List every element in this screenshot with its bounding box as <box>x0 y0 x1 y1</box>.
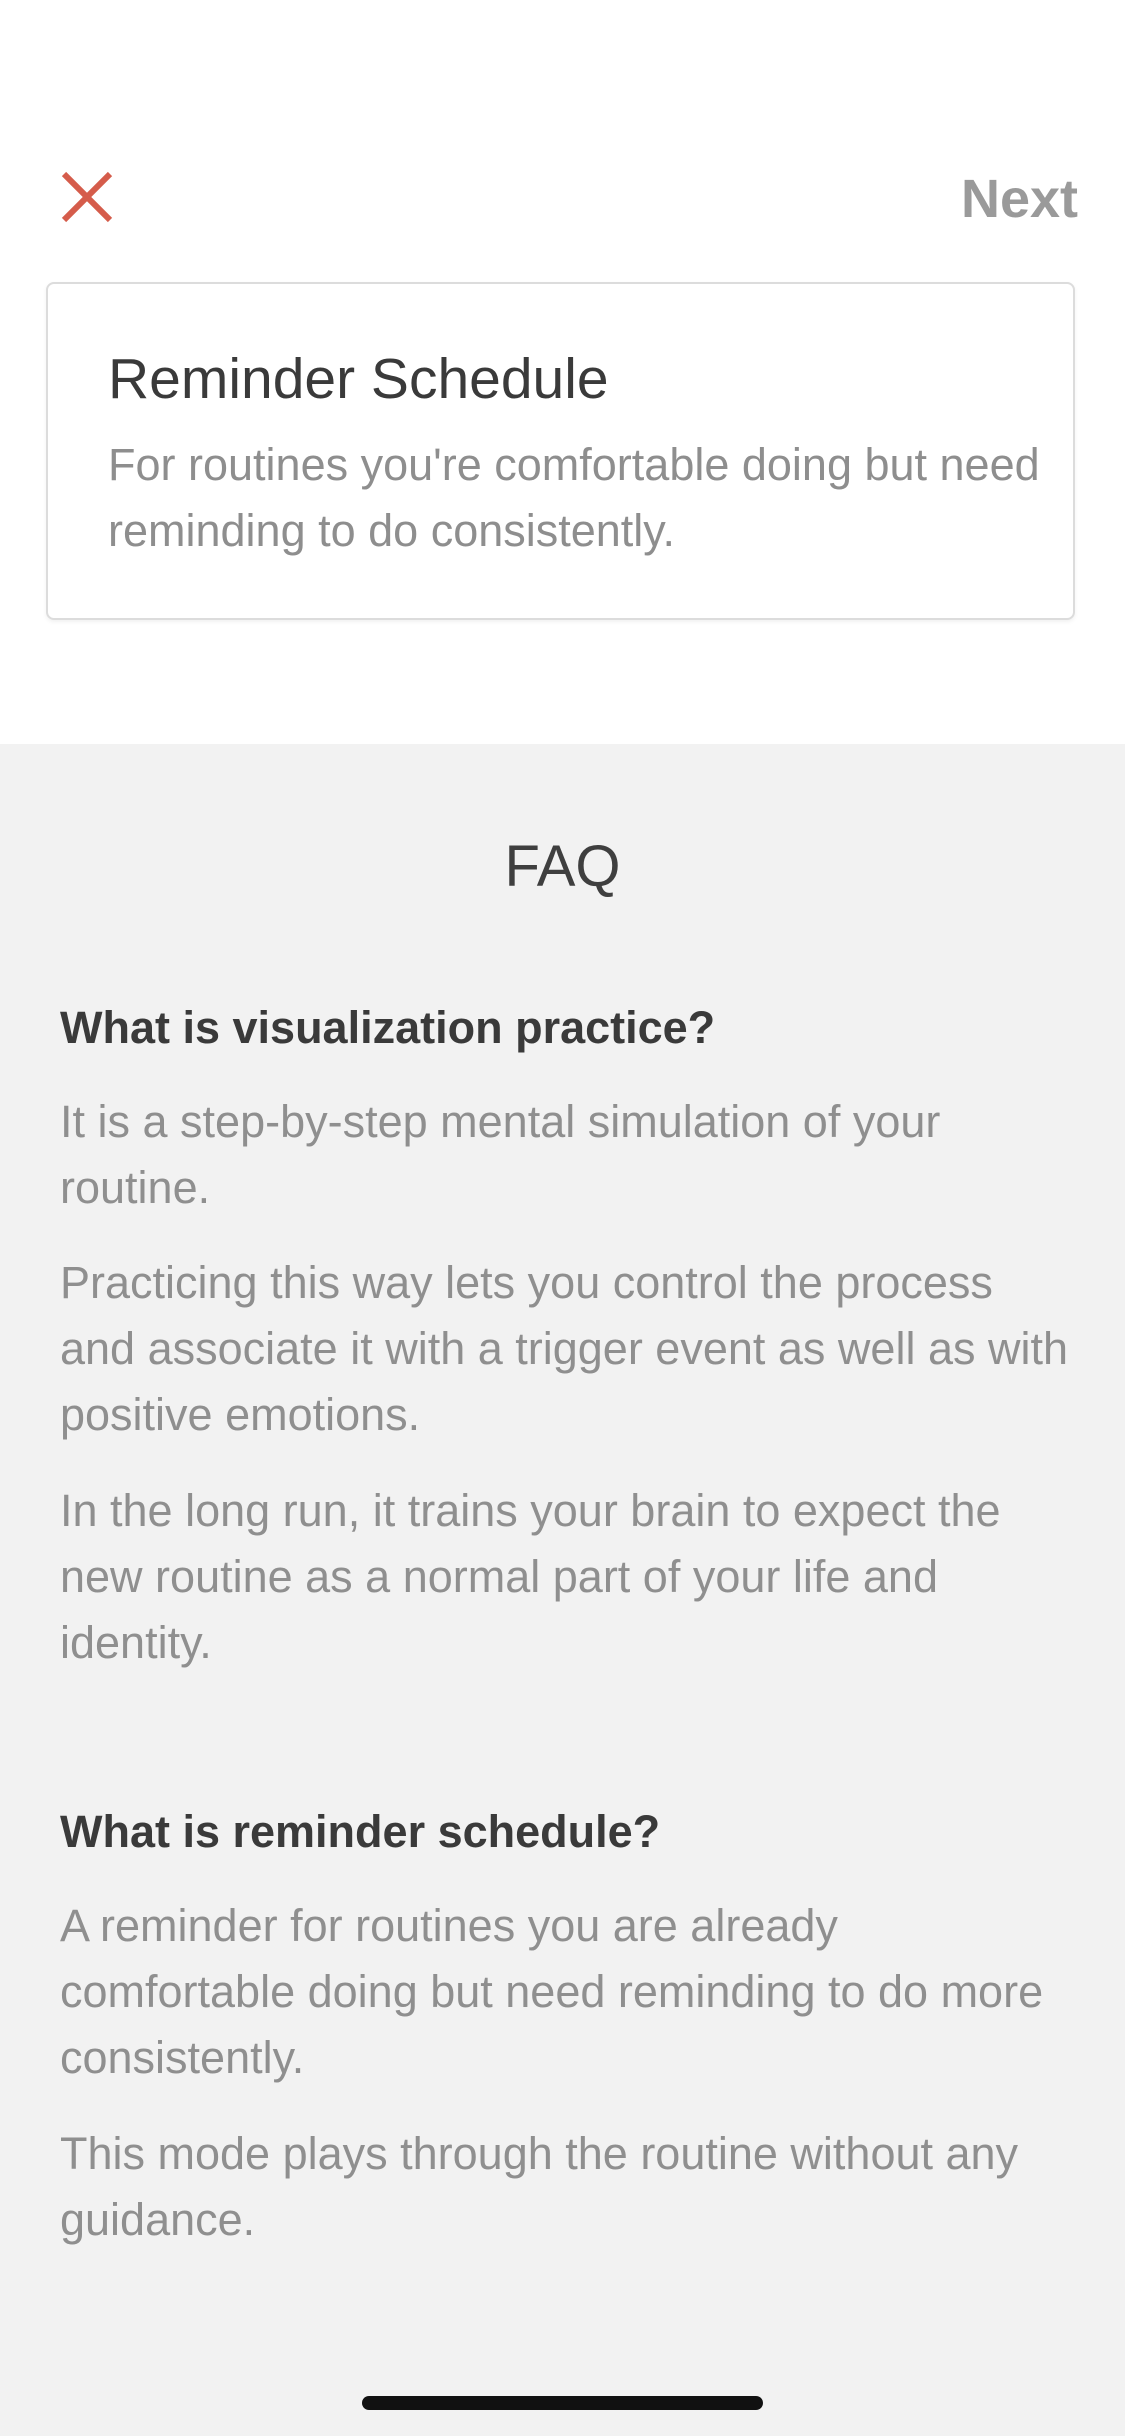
faq-answer: In the long run, it trains your brain to… <box>60 1485 1001 1668</box>
card-title: Reminder Schedule <box>108 347 609 411</box>
faq-question-reminder-schedule: What is reminder schedule? <box>60 1806 661 1857</box>
faq-answer: This mode plays through the routine with… <box>60 2128 1019 2245</box>
card-description: For routines you're comfortable doing bu… <box>108 439 1040 556</box>
top-panel: Next Reminder Schedule For routines you'… <box>0 0 1125 744</box>
faq-title: FAQ <box>504 834 621 899</box>
next-button[interactable]: Next <box>961 163 1078 235</box>
faq-question-visualization: What is visualization practice? <box>60 1002 716 1053</box>
close-icon <box>61 171 113 223</box>
faq-answer: Practicing this way lets you control the… <box>60 1257 1068 1440</box>
home-indicator <box>362 2396 763 2410</box>
reminder-schedule-card[interactable]: Reminder Schedule For routines you're co… <box>46 282 1075 620</box>
faq-answer: A reminder for routines you are already … <box>60 1900 1044 2083</box>
faq-answer: It is a step-by-step mental simulation o… <box>60 1096 941 1213</box>
close-button[interactable] <box>50 160 124 234</box>
